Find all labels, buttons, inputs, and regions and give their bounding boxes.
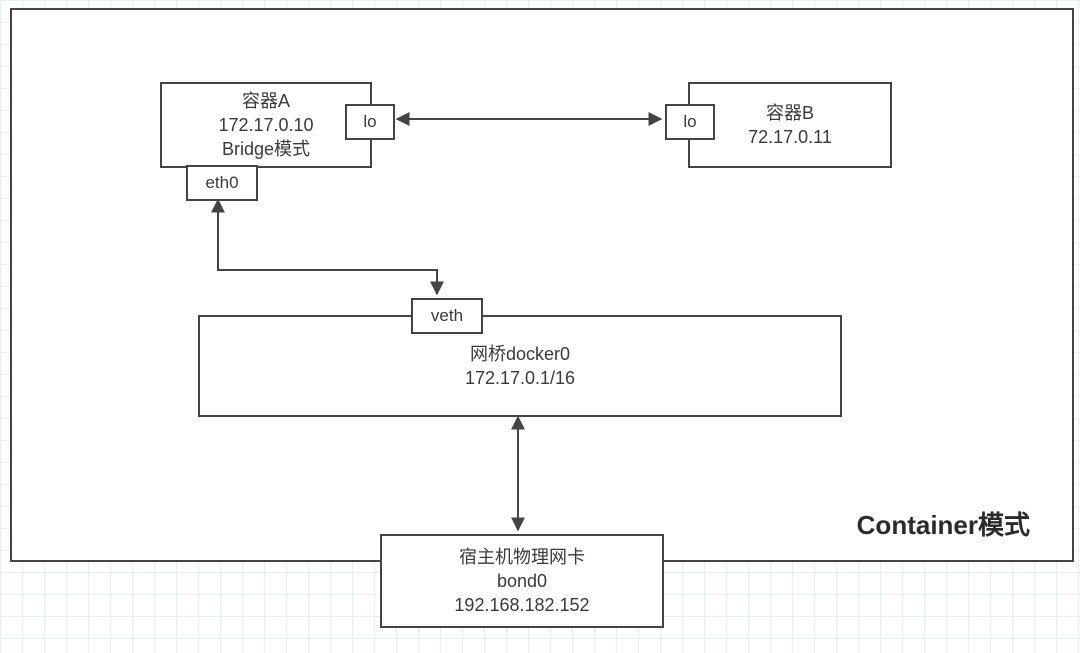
diagram-title: Container模式 <box>857 505 1030 542</box>
container-b-lo-port: lo <box>665 104 715 140</box>
bridge-name: 网桥docker0 <box>470 342 570 366</box>
bridge-cidr: 172.17.0.1/16 <box>465 366 575 390</box>
container-a-eth0-port: eth0 <box>186 165 258 201</box>
container-a-ip: 172.17.0.10 <box>218 113 313 137</box>
host-nic-name: 宿主机物理网卡 <box>459 545 585 569</box>
container-a-mode: Bridge模式 <box>222 137 310 161</box>
host-nic-ip: 192.168.182.152 <box>454 593 589 617</box>
host-nic-iface: bond0 <box>497 569 547 593</box>
container-b-box: 容器B 72.17.0.11 <box>688 82 892 168</box>
container-b-name: 容器B <box>766 101 814 125</box>
bridge-docker0-box: 网桥docker0 172.17.0.1/16 <box>198 315 842 417</box>
bridge-veth-label: veth <box>431 306 463 326</box>
host-nic-box: 宿主机物理网卡 bond0 192.168.182.152 <box>380 534 664 628</box>
bridge-veth-port: veth <box>411 298 483 334</box>
container-a-lo-label: lo <box>363 112 376 132</box>
container-b-lo-label: lo <box>683 112 696 132</box>
container-a-box: 容器A 172.17.0.10 Bridge模式 <box>160 82 372 168</box>
container-a-eth0-label: eth0 <box>205 173 238 193</box>
container-a-lo-port: lo <box>345 104 395 140</box>
container-b-ip: 72.17.0.11 <box>748 125 832 149</box>
container-a-name: 容器A <box>242 89 290 113</box>
